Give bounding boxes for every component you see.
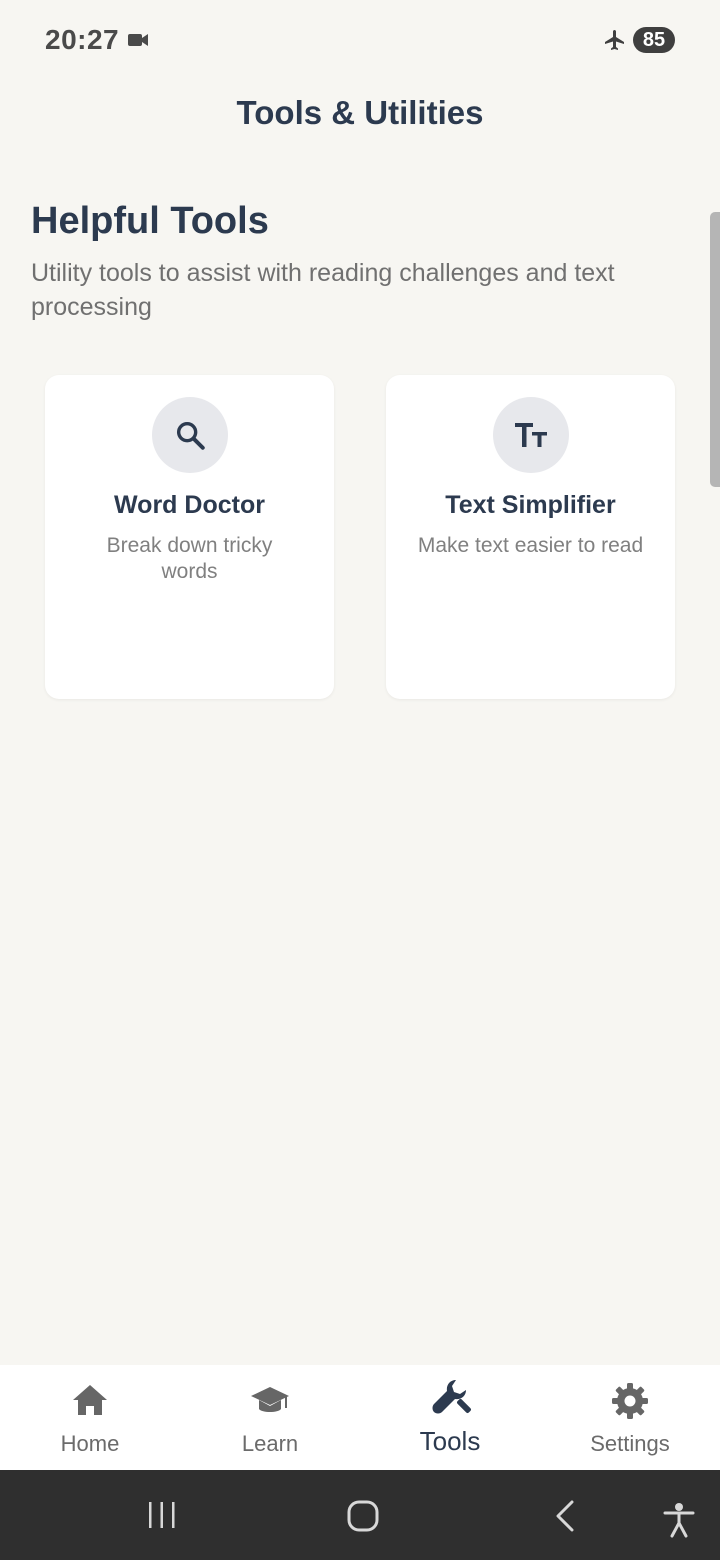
scrollbar-thumb[interactable] <box>710 212 720 487</box>
card-description: Make text easier to read <box>417 534 644 557</box>
text-simplifier-card[interactable]: Text Simplifier Make text easier to read <box>386 375 675 699</box>
home-icon <box>70 1381 110 1421</box>
page-title: Tools & Utilities <box>236 94 484 131</box>
nav-label: Learn <box>241 1431 299 1456</box>
accessibility-icon[interactable] <box>662 1502 696 1543</box>
video-camera-icon <box>127 31 149 54</box>
card-description: Break down tricky words <box>106 534 273 583</box>
bottom-navigation: Home Learn Tools Settings <box>0 1365 720 1470</box>
gear-icon <box>610 1381 650 1421</box>
nav-label: Home <box>60 1431 120 1456</box>
system-navigation-bar <box>0 1470 720 1560</box>
graduation-cap-icon <box>250 1381 290 1421</box>
wrench-icon <box>430 1380 471 1421</box>
battery-level-badge: 85 <box>633 27 675 53</box>
recent-apps-icon[interactable] <box>145 1498 179 1537</box>
tools-screen: 20:27 85 Tools & Utilities Helpful Tools… <box>0 0 720 1560</box>
airplane-mode-icon <box>603 28 627 57</box>
card-title: Word Doctor <box>114 491 265 519</box>
word-doctor-card[interactable]: Word Doctor Break down tricky words <box>45 375 334 699</box>
search-icon <box>151 397 228 473</box>
nav-label: Tools <box>419 1426 481 1456</box>
home-button-icon[interactable] <box>345 1498 381 1539</box>
card-title: Text Simplifier <box>445 491 616 519</box>
section-title: Helpful Tools <box>31 200 269 242</box>
text-size-icon <box>492 397 569 473</box>
status-time: 20:27 <box>45 24 120 55</box>
nav-item-learn[interactable]: Learn <box>180 1365 360 1470</box>
nav-item-home[interactable]: Home <box>0 1365 180 1470</box>
nav-item-tools[interactable]: Tools <box>360 1365 540 1470</box>
nav-item-settings[interactable]: Settings <box>540 1365 720 1470</box>
nav-label: Settings <box>590 1431 670 1456</box>
status-bar: 20:27 85 <box>0 0 720 80</box>
back-icon[interactable] <box>550 1498 580 1539</box>
section-subtitle: Utility tools to assist with reading cha… <box>31 259 615 321</box>
